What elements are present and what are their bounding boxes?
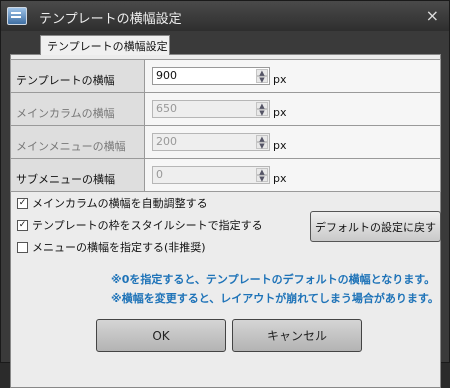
cancel-button[interactable]: キャンセル — [232, 319, 362, 352]
spin-down-icon: ▼ — [256, 109, 268, 117]
width-settings-table: テンプレートの横幅 900 ▲ ▼ px メインカラムの横幅 650 ▲ ▼ p… — [10, 59, 441, 192]
frame-by-stylesheet-checkbox[interactable]: ✓ テンプレートの枠をスタイルシートで指定する — [17, 217, 263, 233]
unit-label: px — [273, 106, 287, 119]
spin-down-icon: ▼ — [256, 142, 268, 150]
spin-down-icon: ▼ — [256, 175, 268, 183]
sub-menu-width-value: 0 — [156, 168, 163, 181]
specify-menu-width-checkbox[interactable]: メニューの横幅を指定する(非推奨) — [17, 239, 206, 255]
window-title: テンプレートの横幅設定 — [39, 12, 182, 27]
sub-menu-width-stepper: ▲ ▼ — [256, 168, 268, 183]
main-column-width-value: 650 — [156, 102, 177, 115]
main-menu-width-stepper: ▲ ▼ — [256, 135, 268, 150]
template-width-value: 900 — [156, 69, 177, 82]
dialog-window: テンプレートの横幅設定 × テンプレートの横幅設定 テンプレートの横幅 900 … — [0, 0, 450, 388]
spin-up-icon: ▲ — [256, 102, 268, 110]
unit-label: px — [273, 73, 287, 86]
cell-input: 650 ▲ ▼ px — [145, 93, 440, 125]
cell-input: 900 ▲ ▼ px — [145, 60, 440, 92]
row-main-column-width: メインカラムの横幅 650 ▲ ▼ px — [11, 93, 440, 126]
main-menu-width-label: メインメニューの横幅 — [11, 126, 145, 158]
sub-menu-width-input: 0 ▲ ▼ — [152, 166, 270, 184]
main-column-width-label: メインカラムの横幅 — [11, 93, 145, 125]
row-template-width: テンプレートの横幅 900 ▲ ▼ px — [11, 60, 440, 93]
checkbox-box[interactable] — [17, 241, 28, 253]
checkbox-label: テンプレートの枠をスタイルシートで指定する — [32, 219, 263, 232]
footer-buttons: OK キャンセル — [96, 319, 362, 352]
main-column-width-input: 650 ▲ ▼ — [152, 100, 270, 118]
main-menu-width-value: 200 — [156, 135, 177, 148]
template-width-input[interactable]: 900 ▲ ▼ — [152, 67, 270, 85]
title-bar[interactable]: テンプレートの横幅設定 × — [1, 1, 449, 31]
reset-defaults-button[interactable]: デフォルトの設定に戻す — [310, 211, 441, 242]
check-icon[interactable]: ✓ — [17, 197, 28, 209]
row-main-menu-width: メインメニューの横幅 200 ▲ ▼ px — [11, 126, 440, 159]
note-zero-default: ※0を指定すると、テンプレートのデフォルトの横幅となります。 — [111, 273, 436, 286]
spin-up-icon[interactable]: ▲ — [256, 69, 268, 77]
spin-up-icon: ▲ — [256, 168, 268, 176]
close-icon[interactable]: × — [426, 6, 439, 25]
unit-label: px — [273, 172, 287, 185]
cell-input: 0 ▲ ▼ px — [145, 159, 440, 191]
unit-label: px — [273, 139, 287, 152]
checkbox-label: メインカラムの横幅を自動調整する — [32, 197, 208, 210]
check-icon[interactable]: ✓ — [17, 219, 28, 231]
auto-adjust-main-column-checkbox[interactable]: ✓ メインカラムの横幅を自動調整する — [17, 195, 208, 211]
note-layout-warning: ※横幅を変更すると、レイアウトが崩れてしまう場合があります。 — [111, 292, 439, 305]
app-window-icon — [7, 7, 27, 25]
cell-input: 200 ▲ ▼ px — [145, 126, 440, 158]
sub-menu-width-label: サブメニューの横幅 — [11, 159, 145, 191]
template-width-stepper[interactable]: ▲ ▼ — [256, 69, 268, 84]
main-column-width-stepper: ▲ ▼ — [256, 102, 268, 117]
row-sub-menu-width: サブメニューの横幅 0 ▲ ▼ px — [11, 159, 440, 191]
main-menu-width-input: 200 ▲ ▼ — [152, 133, 270, 151]
tab-template-width[interactable]: テンプレートの横幅設定 — [40, 35, 170, 55]
template-width-label: テンプレートの横幅 — [11, 60, 145, 92]
ok-button[interactable]: OK — [96, 319, 226, 352]
spin-down-icon[interactable]: ▼ — [256, 76, 268, 84]
checkbox-label: メニューの横幅を指定する(非推奨) — [32, 241, 206, 254]
spin-up-icon: ▲ — [256, 135, 268, 143]
